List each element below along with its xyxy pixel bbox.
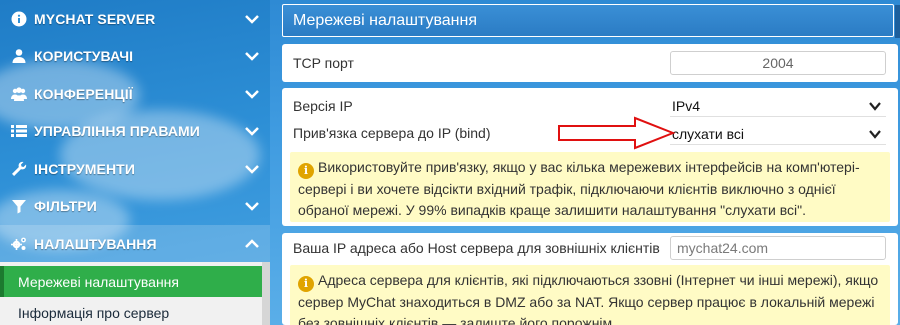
sidebar-item-mychat-server[interactable]: MYCHAT SERVER [0,0,270,38]
external-card: Ваша IP адреса або Host сервера для зовн… [282,233,898,325]
subnav-scrollbar[interactable] [262,262,270,325]
sidebar-item-label: КОРИСТУВАЧІ [34,48,134,65]
sidebar-nav: MYCHAT SERVER КОРИСТУВАЧІ КОНФЕРЕНЦІЇ УП… [0,0,270,263]
external-info-note: i Адреса сервера для клієнтів, які підклю… [290,265,890,325]
tcp-port-input[interactable]: 2004 [670,51,886,75]
tcp-card: TCP порт 2004 [282,44,898,82]
bind-info-note: i Використовуйте прив'язку, якщо у вас кі… [290,152,890,222]
chevron-down-icon [868,99,882,113]
sidebar-item-label: УПРАВЛІННЯ ПРАВАМИ [34,123,200,140]
settings-subnav: Мережеві налаштування Інформація про сер… [0,262,262,325]
ip-version-select[interactable]: IPv4 [670,95,886,117]
users-group-icon [8,85,30,103]
sidebar-item-label: MYCHAT SERVER [34,10,156,27]
sidebar-item-settings[interactable]: НАЛАШТУВАННЯ [0,225,270,263]
external-host-placeholder: mychat24.com [677,240,769,256]
info-icon: i [298,162,314,179]
sidebar-item-label: КОНФЕРЕНЦІЇ [34,85,133,102]
chevron-down-icon[interactable] [244,11,260,27]
red-arrow-annotation [558,116,675,150]
external-host-input[interactable]: mychat24.com [670,236,886,260]
filter-icon [8,197,30,215]
ip-version-value: IPv4 [672,97,701,114]
sidebar-item-filters[interactable]: ФІЛЬТРИ [0,188,270,226]
chevron-down-icon [868,127,882,141]
chevron-down-icon[interactable] [244,48,260,64]
subnav-item-network[interactable]: Мережеві налаштування [0,266,262,297]
header-edge [895,5,900,38]
wrench-icon [8,160,30,178]
chevron-down-icon[interactable] [244,198,260,214]
bind-note-text: Використовуйте прив'язку, якщо у вас кіл… [298,159,860,218]
subnav-item-server-info[interactable]: Інформація про сервер [0,297,262,325]
chevron-down-icon[interactable] [244,161,260,177]
page-title: Мережеві налаштування [293,11,477,29]
bind-select[interactable]: слухати всі [670,123,886,145]
page-header: Мережеві налаштування [282,4,900,38]
gears-icon [8,235,30,253]
sidebar-item-label: НАЛАШТУВАННЯ [34,235,157,252]
main-panel: Мережеві налаштування TCP порт 2004 Верс… [270,0,900,325]
sidebar-item-conferences[interactable]: КОНФЕРЕНЦІЇ [0,75,270,113]
users-icon [8,47,30,65]
bind-value: слухати всі [672,125,745,142]
info-icon [8,10,30,28]
sidebar: MYCHAT SERVER КОРИСТУВАЧІ КОНФЕРЕНЦІЇ УП… [0,0,270,325]
sidebar-item-label: ФІЛЬТРИ [34,198,97,215]
sidebar-item-label: ІНСТРУМЕНТИ [34,160,136,177]
chevron-down-icon[interactable] [244,86,260,102]
sidebar-item-users[interactable]: КОРИСТУВАЧІ [0,38,270,76]
chevron-down-icon[interactable] [244,123,260,139]
ip-card: Версія IP IPv4 Прив'язка сервера до IP (… [282,88,898,226]
chevron-up-icon[interactable] [244,236,260,252]
external-note-text: Адреса сервера для клієнтів, які підключ… [298,272,879,325]
sidebar-item-rights[interactable]: УПРАВЛІННЯ ПРАВАМИ [0,113,270,151]
info-icon: i [298,275,314,292]
sidebar-item-tools[interactable]: ІНСТРУМЕНТИ [0,150,270,188]
list-icon [8,122,30,140]
